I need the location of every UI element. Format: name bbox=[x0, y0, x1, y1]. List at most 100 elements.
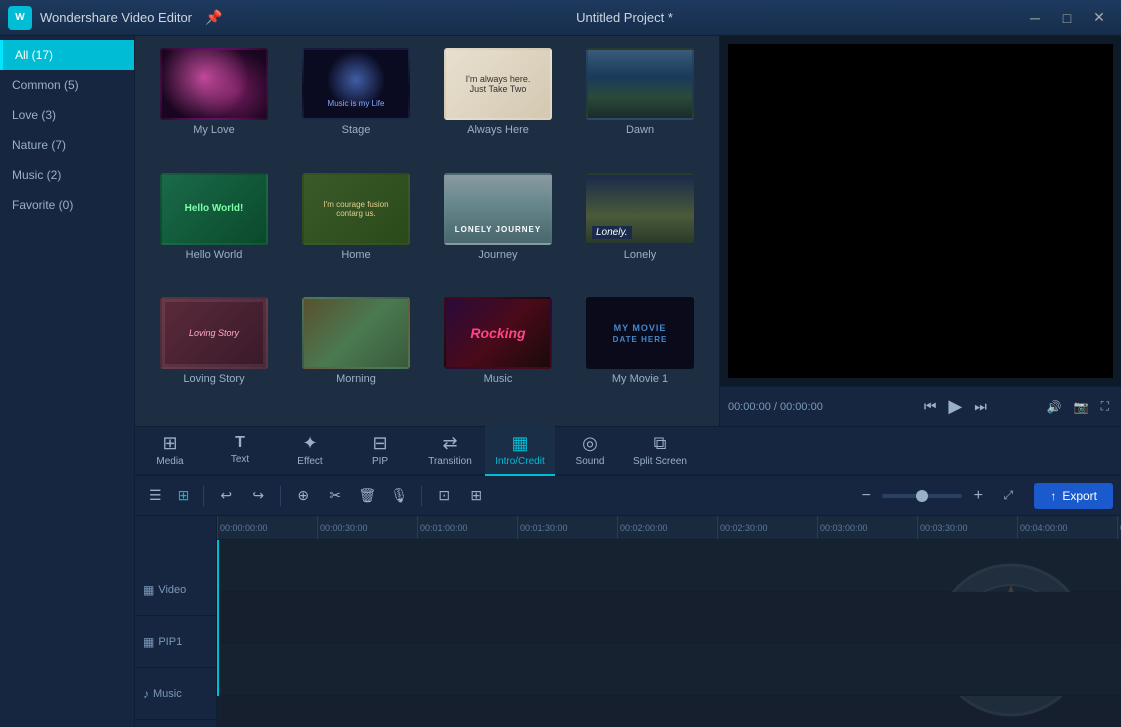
zoom-out-button[interactable]: − bbox=[854, 484, 878, 508]
split-screen-icon: ⧉ bbox=[654, 433, 667, 454]
zoom-controls: − + ⤢ bbox=[854, 482, 1022, 510]
template-thumb-stage: Music is my Life bbox=[302, 48, 410, 120]
toolbar-transition-label: Transition bbox=[428, 456, 472, 467]
template-always-here[interactable]: I'm always here.Just Take Two Always Her… bbox=[431, 48, 565, 165]
title-bar-left: W Wondershare Video Editor 📌 bbox=[8, 6, 228, 30]
main-content: My Love Music is my Life Stage bbox=[135, 36, 1121, 727]
pip1-track-row[interactable] bbox=[217, 592, 1121, 644]
sidebar-item-all[interactable]: All (17) bbox=[0, 40, 134, 70]
playhead bbox=[217, 540, 219, 696]
zoom-slider[interactable] bbox=[882, 494, 962, 498]
template-label-journey: Journey bbox=[478, 249, 517, 261]
template-thumb-my-love bbox=[160, 48, 268, 120]
timeline: ☰ ⊞ ↩ ↪ ⊕ ✂ 🗑 🎙 ⊡ ⊞ − + ⤢ bbox=[135, 476, 1121, 727]
template-morning[interactable]: Morning bbox=[289, 297, 423, 414]
music-track-row[interactable] bbox=[217, 644, 1121, 696]
toolbar-split-screen-label: Split Screen bbox=[633, 456, 687, 467]
time-display: 00:00:00 / 00:00:00 bbox=[728, 401, 868, 413]
toolbar-transition[interactable]: ⇄ Transition bbox=[415, 426, 485, 476]
undo-button[interactable]: ↩ bbox=[212, 482, 240, 510]
video-track-row[interactable]: W bbox=[217, 540, 1121, 592]
timeline-toolbar: ☰ ⊞ ↩ ↪ ⊕ ✂ 🗑 🎙 ⊡ ⊞ − + ⤢ bbox=[135, 476, 1121, 516]
merge-button[interactable]: ⊞ bbox=[462, 482, 490, 510]
toolbar: ⊞ Media T Text ✦ Effect ⊟ PIP ⇄ Transiti… bbox=[135, 426, 1121, 476]
close-button[interactable]: ✕ bbox=[1085, 8, 1113, 28]
template-loving-story[interactable]: Loving Story Loving Story bbox=[147, 297, 281, 414]
minimize-button[interactable]: ─ bbox=[1021, 8, 1049, 28]
step-forward-button[interactable]: ⏭ bbox=[970, 396, 991, 417]
template-label-morning: Morning bbox=[336, 373, 376, 385]
export-button[interactable]: ↑ Export bbox=[1034, 483, 1113, 509]
video-track-icon: ▦ bbox=[143, 583, 154, 597]
volume-button[interactable]: 🔊 bbox=[1043, 397, 1066, 416]
grid-view-button[interactable]: ⊞ bbox=[172, 485, 196, 506]
insert-button[interactable]: ⊕ bbox=[289, 482, 317, 510]
main-layout: All (17) Common (5) Love (3) Nature (7) … bbox=[0, 36, 1121, 727]
zoom-in-button[interactable]: + bbox=[966, 484, 990, 508]
template-music[interactable]: Rocking Music bbox=[431, 297, 565, 414]
intro-credit-icon: ▦ bbox=[511, 433, 528, 454]
sidebar-item-common[interactable]: Common (5) bbox=[0, 70, 134, 100]
toolbar-text-label: Text bbox=[231, 454, 249, 465]
detach-button[interactable]: ⊡ bbox=[430, 482, 458, 510]
template-home[interactable]: I'm courage fusioncontarg us. Home bbox=[289, 173, 423, 290]
step-back-button[interactable]: ⏮ bbox=[920, 396, 941, 417]
delete-button[interactable]: 🗑 bbox=[353, 482, 381, 510]
template-thumb-dawn bbox=[586, 48, 694, 120]
template-dawn[interactable]: Dawn bbox=[573, 48, 707, 165]
timeline-content: ▦ Video ▦ PIP1 ♪ Music 00:00:00:00 bbox=[135, 516, 1121, 727]
text-icon: T bbox=[235, 434, 245, 452]
toolbar-intro-credit[interactable]: ▦ Intro/Credit bbox=[485, 426, 555, 476]
sound-icon: ◎ bbox=[582, 433, 598, 454]
ruler-mark-6: 00:03:00:00 bbox=[817, 516, 868, 539]
template-stage[interactable]: Music is my Life Stage bbox=[289, 48, 423, 165]
pin-button[interactable]: 📌 bbox=[200, 8, 228, 28]
track-label-text-video: Video bbox=[158, 584, 186, 596]
snapshot-button[interactable]: 📷 bbox=[1070, 397, 1093, 416]
pip-icon: ⊟ bbox=[372, 433, 387, 454]
template-label-music: Music bbox=[484, 373, 513, 385]
sidebar-item-favorite[interactable]: Favorite (0) bbox=[0, 190, 134, 220]
fit-button[interactable]: ⤢ bbox=[994, 482, 1022, 510]
template-my-love[interactable]: My Love bbox=[147, 48, 281, 165]
sidebar-item-music[interactable]: Music (2) bbox=[0, 160, 134, 190]
template-label-lonely: Lonely bbox=[624, 249, 656, 261]
export-label: Export bbox=[1062, 489, 1097, 503]
cut-button[interactable]: ✂ bbox=[321, 482, 349, 510]
template-lonely[interactable]: Lonely. Lonely bbox=[573, 173, 707, 290]
preview-right-controls: 🔊 📷 ⛶ bbox=[1043, 397, 1113, 416]
fullscreen-button[interactable]: ⛶ bbox=[1097, 397, 1113, 416]
play-button[interactable]: ▶ bbox=[944, 394, 966, 419]
record-button[interactable]: 🎙 bbox=[385, 482, 413, 510]
template-thumb-journey: LONELY JOURNEY bbox=[444, 173, 552, 245]
maximize-button[interactable]: □ bbox=[1053, 8, 1081, 28]
template-thumb-lonely: Lonely. bbox=[586, 173, 694, 245]
toolbar-text[interactable]: T Text bbox=[205, 426, 275, 476]
toolbar-split-screen[interactable]: ⧉ Split Screen bbox=[625, 426, 695, 476]
sidebar-item-love[interactable]: Love (3) bbox=[0, 100, 134, 130]
timeline-tracks: 00:00:00:00 00:00:30:00 00:01:00:00 00:0… bbox=[217, 516, 1121, 727]
sidebar-item-nature[interactable]: Nature (7) bbox=[0, 130, 134, 160]
ruler-mark-1: 00:00:30:00 bbox=[317, 516, 368, 539]
toolbar-media[interactable]: ⊞ Media bbox=[135, 426, 205, 476]
template-thumb-my-movie: MY MOVIE DATE HERE bbox=[586, 297, 694, 369]
window-controls: ─ □ ✕ bbox=[1021, 8, 1113, 28]
redo-button[interactable]: ↪ bbox=[244, 482, 272, 510]
export-icon: ↑ bbox=[1050, 489, 1056, 503]
ruler-mark-5: 00:02:30:00 bbox=[717, 516, 768, 539]
template-hello-world[interactable]: Hello World! Hello World bbox=[147, 173, 281, 290]
pip1-track-icon: ▦ bbox=[143, 635, 154, 649]
toolbar-pip[interactable]: ⊟ PIP bbox=[345, 426, 415, 476]
toolbar-effect[interactable]: ✦ Effect bbox=[275, 426, 345, 476]
ruler-mark-7: 00:03:30:00 bbox=[917, 516, 968, 539]
toolbar-pip-label: PIP bbox=[372, 456, 388, 467]
template-my-movie[interactable]: MY MOVIE DATE HERE My Movie 1 bbox=[573, 297, 707, 414]
template-thumb-home: I'm courage fusioncontarg us. bbox=[302, 173, 410, 245]
toolbar-sound[interactable]: ◎ Sound bbox=[555, 426, 625, 476]
template-journey[interactable]: LONELY JOURNEY Journey bbox=[431, 173, 565, 290]
media-icon: ⊞ bbox=[162, 433, 177, 454]
list-view-button[interactable]: ☰ bbox=[143, 485, 168, 506]
template-label-dawn: Dawn bbox=[626, 124, 654, 136]
track-labels: ▦ Video ▦ PIP1 ♪ Music bbox=[135, 516, 217, 727]
template-label-always-here: Always Here bbox=[467, 124, 529, 136]
